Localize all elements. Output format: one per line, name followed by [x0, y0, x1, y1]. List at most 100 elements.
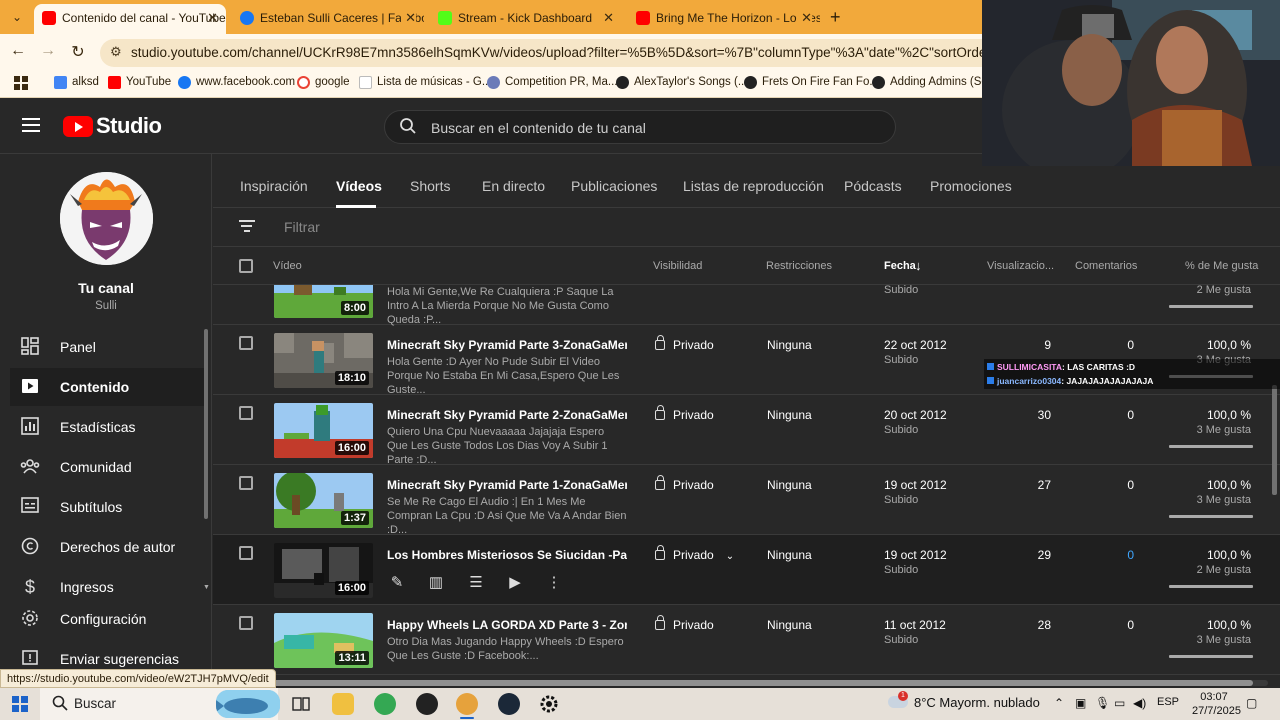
sidebar-item-panel[interactable]: Panel [10, 328, 204, 366]
comments-icon[interactable]: ☰ [466, 573, 486, 591]
video-thumbnail[interactable]: 16:00 [274, 543, 373, 598]
youtube-play-icon[interactable]: ▶ [505, 573, 525, 591]
video-title[interactable]: Los Hombres Misteriosos Se Siucidan -Par… [387, 548, 627, 562]
browser-tab-youtube-studio[interactable]: Contenido del canal - YouTube ✕ [34, 4, 226, 34]
site-info-icon[interactable]: ⚙ [110, 44, 122, 60]
steam-icon[interactable] [498, 693, 520, 715]
tab-promociones[interactable]: Promociones [930, 178, 1012, 194]
close-tab-icon[interactable]: ✕ [797, 4, 812, 32]
new-tab-button[interactable]: + [830, 4, 841, 30]
table-row[interactable]: 1:37 Minecraft Sky Pyramid Parte 1-ZonaG… [213, 465, 1280, 536]
youtube-logo-icon[interactable] [63, 116, 93, 137]
channel-search-input[interactable]: Buscar en el contenido de tu canal [384, 110, 896, 144]
column-visibility[interactable]: Visibilidad [653, 260, 702, 272]
row-checkbox[interactable] [239, 336, 253, 350]
row-checkbox[interactable] [239, 546, 253, 560]
comments-cell[interactable]: 0 [1034, 478, 1134, 492]
sidebar-item-comunidad[interactable]: Comunidad [10, 448, 204, 486]
sort-down-arrow-icon[interactable]: ↓ [915, 258, 922, 273]
browser-tab-bmth[interactable]: Bring Me The Horizon - Lo-files ✕ [628, 4, 820, 34]
browser-tab-facebook[interactable]: Esteban Sulli Caceres | Facebook ✕ [232, 4, 424, 34]
address-bar[interactable]: ⚙ studio.youtube.com/channel/UCKrR98E7mn… [100, 39, 1000, 67]
network-icon[interactable]: ▭ [1114, 696, 1125, 710]
video-title[interactable]: Minecraft Sky Pyramid Parte 1-ZonaGaMers [387, 478, 627, 492]
table-row[interactable]: 16:00 Minecraft Sky Pyramid Parte 2-Zona… [213, 395, 1280, 466]
bookmark-google[interactable]: google [297, 76, 350, 89]
bookmark-adding-admins[interactable]: Adding Admins (So... [872, 76, 997, 89]
visibility-cell[interactable]: Privado [655, 475, 714, 492]
chrome-active-icon[interactable] [456, 693, 478, 719]
close-tab-icon[interactable]: ✕ [599, 4, 614, 32]
analytics-icon[interactable]: ▥ [426, 573, 446, 591]
tab-listas[interactable]: Listas de reproducción [683, 178, 824, 194]
close-tab-icon[interactable]: ✕ [207, 4, 218, 32]
visibility-cell[interactable]: Privado [655, 335, 714, 352]
table-horizontal-scrollbar[interactable] [213, 680, 1268, 686]
bookmark-youtube[interactable]: YouTube [108, 76, 171, 89]
bookmark-alextaylor[interactable]: AlexTaylor's Songs (... [616, 76, 747, 89]
channel-avatar[interactable] [60, 172, 153, 265]
sidebar-item-configuracion[interactable]: Configuración [10, 600, 204, 638]
notifications-icon[interactable]: ▢ [1246, 696, 1257, 710]
forward-arrow-icon[interactable]: → [38, 42, 58, 60]
row-checkbox[interactable] [239, 406, 253, 420]
close-tab-icon[interactable]: ✕ [401, 4, 416, 32]
tab-shorts[interactable]: Shorts [410, 178, 450, 194]
visibility-dropdown[interactable]: Privado ⌄ [655, 545, 734, 562]
taskbar-search[interactable]: Buscar [40, 688, 280, 720]
taskbar-clock[interactable]: 03:07 27/7/2025 [1192, 690, 1241, 718]
browser-tab-kick[interactable]: Stream - Kick Dashboard ✕ [430, 4, 622, 34]
bookmark-lista-musicas[interactable]: Lista de músicas - G... [359, 76, 491, 89]
column-likes[interactable]: % de Me gusta [1185, 260, 1258, 272]
row-checkbox[interactable] [239, 616, 253, 630]
sidebar-item-subtitulos[interactable]: Subtítulos [10, 488, 204, 526]
comments-cell[interactable]: 0 [1034, 408, 1134, 422]
tab-videos[interactable]: Vídeos [336, 178, 382, 194]
sidebar-item-contenido[interactable]: Contenido [10, 368, 204, 406]
tab-inspiracion[interactable]: Inspiración [240, 178, 308, 194]
video-title[interactable]: Minecraft Sky Pyramid Parte 3-ZonaGaMers [387, 338, 627, 352]
tab-en-directo[interactable]: En directo [482, 178, 545, 194]
video-title[interactable]: Happy Wheels LA GORDA XD Parte 3 - ZonaG… [387, 618, 627, 632]
bookmark-frets-on-fire[interactable]: Frets On Fire Fan Fo... [744, 76, 879, 89]
sidebar-scrollbar[interactable] [204, 329, 208, 519]
apps-grid-icon[interactable] [14, 76, 28, 93]
tray-app-icon[interactable]: ▣ [1075, 696, 1086, 710]
comments-cell[interactable]: 0 [1034, 338, 1134, 352]
column-views[interactable]: Visualizacio... [987, 260, 1054, 272]
task-view-icon[interactable] [290, 693, 312, 715]
table-row[interactable]: 8:00 Hola Mi Gente,We Re Cualquiera :P S… [213, 285, 1280, 326]
column-date[interactable]: Fecha [884, 260, 916, 272]
settings-gear-icon[interactable] [538, 693, 560, 715]
visibility-cell[interactable]: Privado [655, 405, 714, 422]
sidebar-item-estadisticas[interactable]: Estadísticas [10, 408, 204, 446]
video-thumbnail[interactable]: 8:00 [274, 285, 373, 318]
column-comments[interactable]: Comentarios [1075, 260, 1137, 272]
edit-pencil-icon[interactable]: ✎ [387, 573, 407, 591]
microphone-icon[interactable]: 🎙 [1095, 696, 1110, 710]
url-text[interactable]: studio.youtube.com/channel/UCKrR98E7mn35… [131, 45, 991, 60]
bookmark-alksd[interactable]: alksd [54, 76, 99, 89]
volume-icon[interactable]: ◀) [1133, 696, 1146, 710]
studio-logo-text[interactable]: Studio [96, 113, 162, 139]
bookmark-facebook[interactable]: www.facebook.com [178, 76, 295, 89]
weather-widget[interactable]: 8°C Mayorm. nublado [888, 695, 1040, 710]
visibility-cell[interactable]: Privado [655, 615, 714, 632]
reload-icon[interactable]: ↻ [68, 42, 88, 62]
obs-icon[interactable] [416, 693, 438, 715]
comments-cell[interactable]: 0 [1034, 618, 1134, 632]
tab-search-menu-button[interactable]: ⌄ [6, 6, 28, 28]
column-restrictions[interactable]: Restricciones [766, 260, 832, 272]
video-thumbnail[interactable]: 18:10 [274, 333, 373, 388]
chrome-icon[interactable] [374, 693, 396, 715]
more-options-icon[interactable]: ⋮ [544, 573, 564, 591]
show-hidden-icons-chevron-icon[interactable]: ⌃ [1054, 696, 1064, 710]
table-vertical-scrollbar[interactable] [1272, 385, 1277, 495]
table-row[interactable]: 13:11 Happy Wheels LA GORDA XD Parte 3 -… [213, 605, 1280, 675]
language-indicator[interactable]: ESP [1157, 696, 1179, 708]
row-checkbox[interactable] [239, 476, 253, 490]
comments-cell[interactable]: 0 [1034, 548, 1134, 562]
file-explorer-icon[interactable] [332, 693, 354, 715]
sidebar-item-derechos[interactable]: Derechos de autor [10, 528, 204, 566]
bookmark-competition[interactable]: Competition PR, Ma... [487, 76, 617, 89]
